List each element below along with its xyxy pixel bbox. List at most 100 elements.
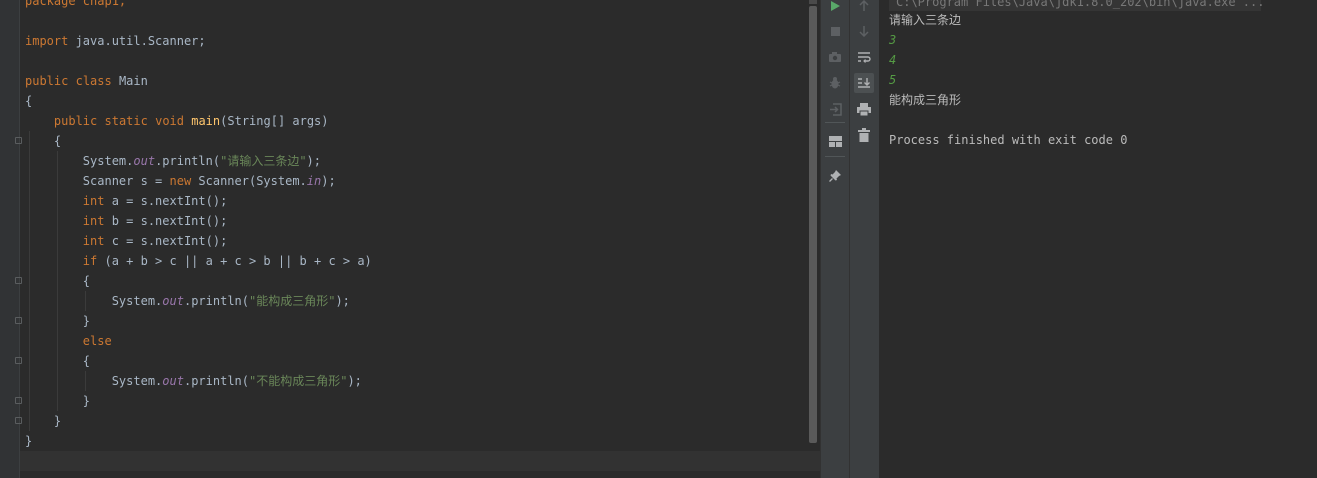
editor-vertical-scrollbar[interactable] xyxy=(809,6,817,443)
code-line[interactable]: int c = s.nextInt(); xyxy=(25,231,372,251)
trash-icon[interactable] xyxy=(854,125,874,145)
code-token: import xyxy=(25,34,69,48)
code-line[interactable]: { xyxy=(25,271,372,291)
code-token: b = s.nextInt(); xyxy=(104,214,228,228)
code-line[interactable]: ​ xyxy=(25,51,372,71)
code-token: "能构成三角形" xyxy=(249,294,336,308)
exit-icon[interactable] xyxy=(825,99,845,119)
code-token: { xyxy=(25,94,33,108)
fold-marker[interactable] xyxy=(15,137,22,144)
code-line[interactable]: int b = s.nextInt(); xyxy=(25,211,372,231)
toolbar-separator xyxy=(825,156,845,157)
code-line[interactable]: public static void main(String[] args) xyxy=(25,111,372,131)
console-input-line: 3 xyxy=(889,33,897,47)
up-arrow-icon[interactable] xyxy=(854,0,874,16)
down-arrow-icon[interactable] xyxy=(854,21,874,41)
code-token: a = s.nextInt(); xyxy=(104,194,228,208)
code-token: "不能构成三角形" xyxy=(249,374,348,388)
code-token: .println( xyxy=(183,294,249,308)
toolbar-separator xyxy=(825,122,845,123)
console-output-line: 请输入三条边 xyxy=(889,13,962,27)
stop-icon[interactable] xyxy=(825,21,845,41)
code-token: System. xyxy=(25,154,134,168)
debug-icon[interactable] xyxy=(825,73,845,93)
code-line[interactable]: { xyxy=(25,131,372,151)
code-lines[interactable]: package chap1;​import java.util.Scanner;… xyxy=(25,0,372,451)
code-line[interactable]: ​ xyxy=(25,11,372,31)
code-token: class xyxy=(75,74,112,88)
console-output-line: Process finished with exit code 0 xyxy=(889,133,1128,147)
fold-marker[interactable] xyxy=(15,417,22,424)
code-line[interactable]: if (a + b > c || a + c > b || b + c > a) xyxy=(25,251,372,271)
code-line[interactable]: { xyxy=(25,91,372,111)
soft-wrap-icon[interactable] xyxy=(854,47,874,67)
run-toolbar xyxy=(820,0,850,478)
run-icon[interactable] xyxy=(825,0,845,16)
code-editor[interactable]: package chap1;​import java.util.Scanner;… xyxy=(0,0,820,478)
pin-icon[interactable] xyxy=(825,165,845,185)
code-token: ); xyxy=(306,154,321,168)
code-token: void xyxy=(155,114,184,128)
code-line[interactable]: System.out.println("能构成三角形"); xyxy=(25,291,372,311)
editor-gutter[interactable] xyxy=(0,0,19,478)
code-line[interactable]: { xyxy=(25,351,372,371)
code-token: out xyxy=(133,154,156,168)
code-token: .println( xyxy=(183,374,249,388)
code-token: System. xyxy=(25,294,163,308)
layout-icon[interactable] xyxy=(825,131,845,151)
code-token: main xyxy=(191,114,221,128)
code-token: ); xyxy=(321,174,336,188)
code-token: } xyxy=(25,414,62,428)
code-token: static xyxy=(104,114,148,128)
fold-marker[interactable] xyxy=(15,317,22,324)
console-input-line: 4 xyxy=(889,53,897,67)
code-line[interactable]: int a = s.nextInt(); xyxy=(25,191,372,211)
scroll-to-end-icon[interactable] xyxy=(854,73,874,93)
caret-line-highlight xyxy=(20,451,820,471)
code-token: if xyxy=(82,254,98,268)
print-icon[interactable] xyxy=(854,99,874,119)
console-input-line: 5 xyxy=(889,73,897,87)
code-token: .println( xyxy=(155,154,221,168)
code-line[interactable]: System.out.println("不能构成三角形"); xyxy=(25,371,372,391)
code-token: (a + b > c || a + c > b || b + c > a) xyxy=(97,254,372,268)
code-line[interactable]: } xyxy=(25,431,372,451)
code-line[interactable]: package chap1; xyxy=(25,0,372,11)
code-token: Main xyxy=(111,74,148,88)
code-token: ); xyxy=(347,374,362,388)
code-token: } xyxy=(25,434,33,448)
code-token: in xyxy=(306,174,322,188)
code-token: } xyxy=(25,394,91,408)
fold-marker[interactable] xyxy=(15,277,22,284)
code-token: } xyxy=(25,314,91,328)
code-token: (String[] args) xyxy=(220,114,329,128)
code-line[interactable]: Scanner s = new Scanner(System.in); xyxy=(25,171,372,191)
code-line[interactable]: } xyxy=(25,411,372,431)
code-token: ); xyxy=(335,294,350,308)
code-token: out xyxy=(162,374,184,388)
code-line[interactable]: System.out.println("请输入三条边"); xyxy=(25,151,372,171)
run-console[interactable]: C:\Program Files\Java\jdk1.8.0_202\bin\j… xyxy=(879,0,1317,478)
code-token: int xyxy=(82,194,105,208)
code-line[interactable]: } xyxy=(25,391,372,411)
code-line[interactable]: public class Main xyxy=(25,71,372,91)
code-token: { xyxy=(25,274,91,288)
fold-marker[interactable] xyxy=(15,397,22,404)
fold-marker[interactable] xyxy=(15,357,22,364)
code-token: { xyxy=(25,134,62,148)
code-token: else xyxy=(82,334,112,348)
code-line[interactable]: import java.util.Scanner; xyxy=(25,31,372,51)
code-token: Scanner s = xyxy=(25,174,170,188)
code-line[interactable]: else xyxy=(25,331,372,351)
camera-icon[interactable] xyxy=(825,47,845,67)
code-line[interactable]: } xyxy=(25,311,372,331)
code-token: int xyxy=(82,214,105,228)
